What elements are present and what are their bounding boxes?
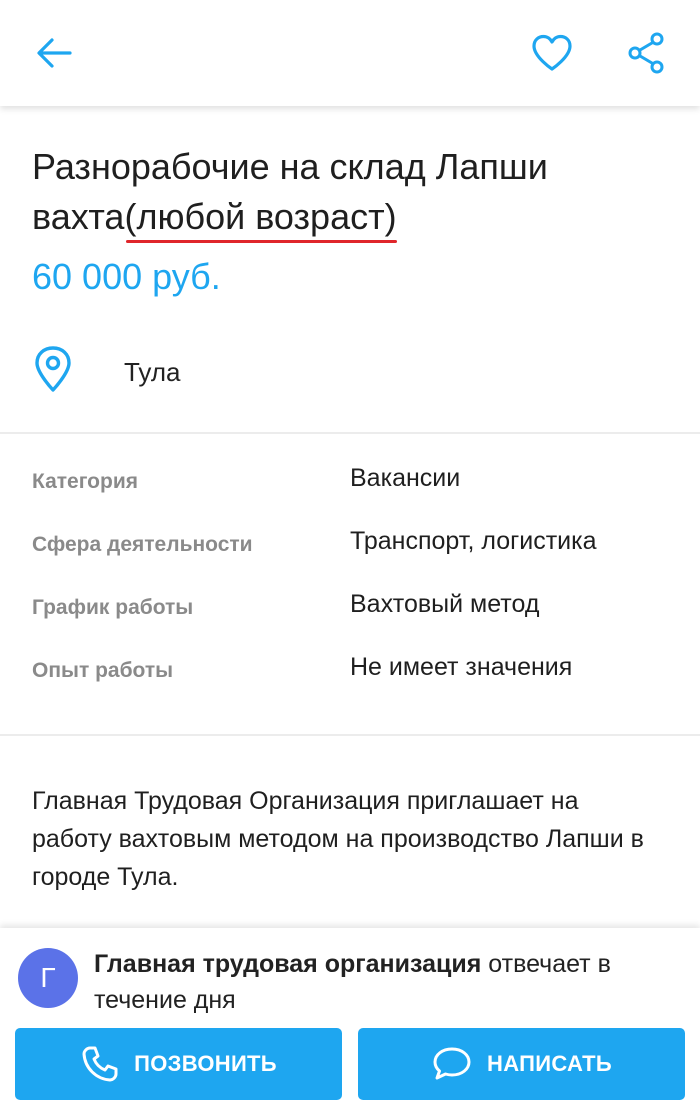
message-button-label: НАПИСАТЬ (487, 1051, 612, 1076)
ad-title: Разнорабочие на склад Лапши вахта(любой … (32, 142, 672, 243)
divider (0, 734, 700, 736)
seller-info: Главная трудовая организация отвечает в … (94, 946, 674, 1018)
property-key: Категория (32, 470, 139, 493)
ad-title-highlight: (любой возраст) (124, 196, 397, 243)
phone-icon (82, 1046, 118, 1082)
heart-outline-icon (532, 34, 572, 71)
share-icon (628, 32, 664, 74)
divider (0, 432, 700, 434)
red-underline (126, 240, 397, 243)
property-key: График работы (32, 596, 194, 619)
property-row-category: Категория Вакансии (32, 464, 672, 527)
properties-list: Категория Вакансии Сфера деятельности Тр… (32, 464, 672, 716)
call-button[interactable]: ПОЗВОНИТЬ (15, 1028, 342, 1100)
arrow-left-icon (37, 38, 72, 68)
property-value: Транспорт, логистика (350, 527, 597, 555)
property-row-schedule: График работы Вахтовый метод (32, 590, 672, 653)
chat-bubble-icon (433, 1047, 471, 1080)
avatar[interactable]: Г (18, 948, 78, 1008)
property-row-experience: Опыт работы Не имеет значения (32, 653, 672, 716)
location-text[interactable]: Тула (124, 355, 180, 389)
property-key: Опыт работы (32, 659, 174, 682)
ad-description: Главная Трудовая Организация приглашает … (32, 787, 644, 891)
property-key: Сфера деятельности (32, 533, 253, 556)
seller-name[interactable]: Главная трудовая организация (94, 950, 481, 978)
ad-price: 60 000 руб. (32, 256, 221, 297)
message-button[interactable]: НАПИСАТЬ (358, 1028, 685, 1100)
property-row-sphere: Сфера деятельности Транспорт, логистика (32, 527, 672, 590)
property-value: Вакансии (350, 464, 461, 492)
call-button-label: ПОЗВОНИТЬ (134, 1051, 277, 1076)
property-value: Не имеет значения (350, 653, 573, 681)
back-button[interactable] (28, 30, 80, 76)
top-bar (0, 0, 700, 106)
share-button[interactable] (620, 30, 672, 76)
property-value: Вахтовый метод (350, 590, 540, 618)
location-pin-icon (35, 346, 71, 392)
favorite-button[interactable] (526, 30, 578, 76)
contact-panel: Г Главная трудовая организация отвечает … (0, 928, 700, 1110)
ad-title-highlight-text: (любой возраст) (124, 196, 397, 237)
